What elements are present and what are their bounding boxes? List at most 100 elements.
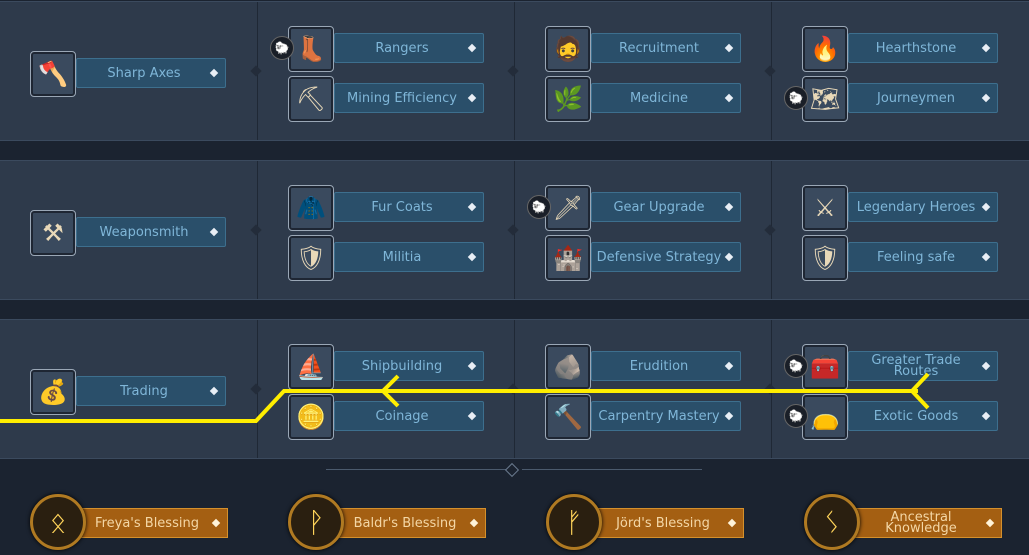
research-node-label[interactable]: Defensive Strategy (591, 242, 741, 272)
rune-icon[interactable]: ᚹ (288, 494, 344, 550)
diamond-bullet-icon (467, 361, 477, 371)
research-node[interactable]: 🗺 🐑 Journeymen (784, 76, 1002, 122)
research-node-label[interactable]: Mining Efficiency (334, 83, 484, 113)
crest-shield-icon[interactable]: 🛡 (802, 235, 848, 281)
research-node-label[interactable]: Journeymen (848, 83, 998, 113)
research-node-label[interactable]: Rangers (334, 33, 484, 63)
research-node[interactable]: 👢 🐑 Rangers (270, 26, 488, 72)
blessing-label[interactable]: Ancestral Knowledge (854, 508, 1002, 538)
research-node-label[interactable]: Feeling safe (848, 242, 998, 272)
map-icon[interactable]: 🗺 (802, 76, 848, 122)
research-node-label[interactable]: Exotic Goods (848, 401, 998, 431)
research-node[interactable]: 🧔 Recruitment (545, 26, 745, 72)
research-node[interactable]: 🛡 Feeling safe (802, 235, 1002, 281)
research-node[interactable]: ⚒ Weaponsmith (30, 210, 230, 256)
research-node-label[interactable]: Weaponsmith (76, 217, 226, 247)
research-node[interactable]: 🧰 🐑 Greater Trade Routes (784, 344, 1002, 390)
research-node[interactable]: 🌿 Medicine (545, 76, 745, 122)
diamond-bullet-icon (724, 43, 734, 53)
anvil-icon[interactable]: ⚒ (30, 210, 76, 256)
research-node-text: Carpentry Mastery (598, 408, 720, 424)
research-node-label[interactable]: Hearthstone (848, 33, 998, 63)
research-node-text: Mining Efficiency (347, 90, 457, 106)
blessing-item[interactable]: Ancestral Knowledge ᛊ (804, 494, 1014, 550)
research-node[interactable]: 🪓 Sharp Axes (30, 51, 230, 97)
research-node-label[interactable]: Medicine (591, 83, 741, 113)
research-node-label[interactable]: Sharp Axes (76, 58, 226, 88)
fur-icon[interactable]: 🧥 (288, 185, 334, 231)
separator-ornament (504, 462, 520, 478)
longship-icon[interactable]: ⛵ (288, 344, 334, 390)
tower-icon[interactable]: 🏰 (545, 235, 591, 281)
research-node[interactable]: 🏰 Defensive Strategy (545, 235, 745, 281)
coins-icon[interactable]: 💰 (30, 369, 76, 415)
diamond-bullet-icon (981, 411, 991, 421)
research-node[interactable]: ⛵ Shipbuilding (288, 344, 488, 390)
research-node-text: Legendary Heroes (856, 199, 976, 215)
rune-icon[interactable]: ᚠ (546, 494, 602, 550)
blessing-item[interactable]: Jörd's Blessing ᚠ (546, 494, 756, 550)
rune-icon[interactable]: ᛟ (30, 494, 86, 550)
research-node-label[interactable]: Erudition (591, 351, 741, 381)
diamond-bullet-icon (467, 93, 477, 103)
research-node-label[interactable]: Shipbuilding (334, 351, 484, 381)
research-node-text: Shipbuilding (361, 358, 443, 374)
herb-icon[interactable]: 🌿 (545, 76, 591, 122)
research-node-label[interactable]: Recruitment (591, 33, 741, 63)
blessing-label[interactable]: Freya's Blessing (80, 508, 228, 538)
research-node-text: Weaponsmith (99, 224, 189, 240)
diamond-bullet-icon (724, 252, 734, 262)
research-node-text: Trading (120, 383, 168, 399)
axe-icon[interactable]: 🪓 (30, 51, 76, 97)
research-node-text: Feeling safe (877, 249, 955, 265)
research-node[interactable]: 🔨 Carpentry Mastery (545, 394, 745, 440)
diamond-bullet-icon (724, 93, 734, 103)
round-shield-icon[interactable]: 🛡 (288, 235, 334, 281)
diamond-bullet-icon (981, 202, 991, 212)
blessing-item[interactable]: Baldr's Blessing ᚹ (288, 494, 498, 550)
blessing-label[interactable]: Jörd's Blessing (596, 508, 744, 538)
chest-icon[interactable]: 🧰 (802, 344, 848, 390)
research-node-label[interactable]: Gear Upgrade (591, 192, 741, 222)
research-node-label[interactable]: Carpentry Mastery (591, 401, 741, 431)
research-node-label[interactable]: Fur Coats (334, 192, 484, 222)
fire-icon[interactable]: 🔥 (802, 26, 848, 72)
viking-face-icon[interactable]: 🧔 (545, 26, 591, 72)
research-node[interactable]: 🪨 Erudition (545, 344, 745, 390)
runestone-icon[interactable]: 🪨 (545, 344, 591, 390)
coin-icon[interactable]: 🪙 (288, 394, 334, 440)
research-node[interactable]: 🧥 Fur Coats (288, 185, 488, 231)
battle-axe-icon[interactable]: ⚔ (802, 185, 848, 231)
research-node-text: Hearthstone (875, 40, 957, 56)
research-node-label[interactable]: Greater Trade Routes (848, 351, 998, 381)
research-node[interactable]: 🗡 🐑 Gear Upgrade (527, 185, 745, 231)
research-node[interactable]: 👝 🐑 Exotic Goods (784, 394, 1002, 440)
research-node[interactable]: 🛡 Militia (288, 235, 488, 281)
research-node[interactable]: ⚔ Legendary Heroes (802, 185, 1002, 231)
boot-icon[interactable]: 👢 (288, 26, 334, 72)
research-node[interactable]: 🔥 Hearthstone (802, 26, 1002, 72)
tree-column: ⛵ Shipbuilding 🪙 Coinage (257, 320, 514, 458)
blessing-label[interactable]: Baldr's Blessing (338, 508, 486, 538)
blessing-text: Freya's Blessing (95, 515, 199, 531)
sword-icon[interactable]: 🗡 (545, 185, 591, 231)
research-node-label[interactable]: Legendary Heroes (848, 192, 998, 222)
blessing-item[interactable]: Freya's Blessing ᛟ (30, 494, 240, 550)
research-node-text: Greater Trade Routes (871, 353, 961, 379)
tree-row: 🪓 Sharp Axes 👢 🐑 Rangers ⛏ Mining Efficiency 🧔 R… (0, 1, 1029, 141)
research-node[interactable]: 💰 Trading (30, 369, 230, 415)
separator-right (522, 469, 702, 470)
blessing-text: Jörd's Blessing (616, 515, 710, 531)
research-node[interactable]: 🪙 Coinage (288, 394, 488, 440)
research-node-label[interactable]: Militia (334, 242, 484, 272)
research-node-text: Journeymen (877, 90, 955, 106)
research-node-text: Sharp Axes (107, 65, 181, 81)
hammer-icon[interactable]: 🔨 (545, 394, 591, 440)
research-node[interactable]: ⛏ Mining Efficiency (288, 76, 488, 122)
tree-column: 🧰 🐑 Greater Trade Routes 👝 🐑 Exotic Goods (771, 320, 1028, 458)
rune-icon[interactable]: ᛊ (804, 494, 860, 550)
research-node-label[interactable]: Trading (76, 376, 226, 406)
pickaxe-icon[interactable]: ⛏ (288, 76, 334, 122)
research-node-label[interactable]: Coinage (334, 401, 484, 431)
sack-icon[interactable]: 👝 (802, 394, 848, 440)
